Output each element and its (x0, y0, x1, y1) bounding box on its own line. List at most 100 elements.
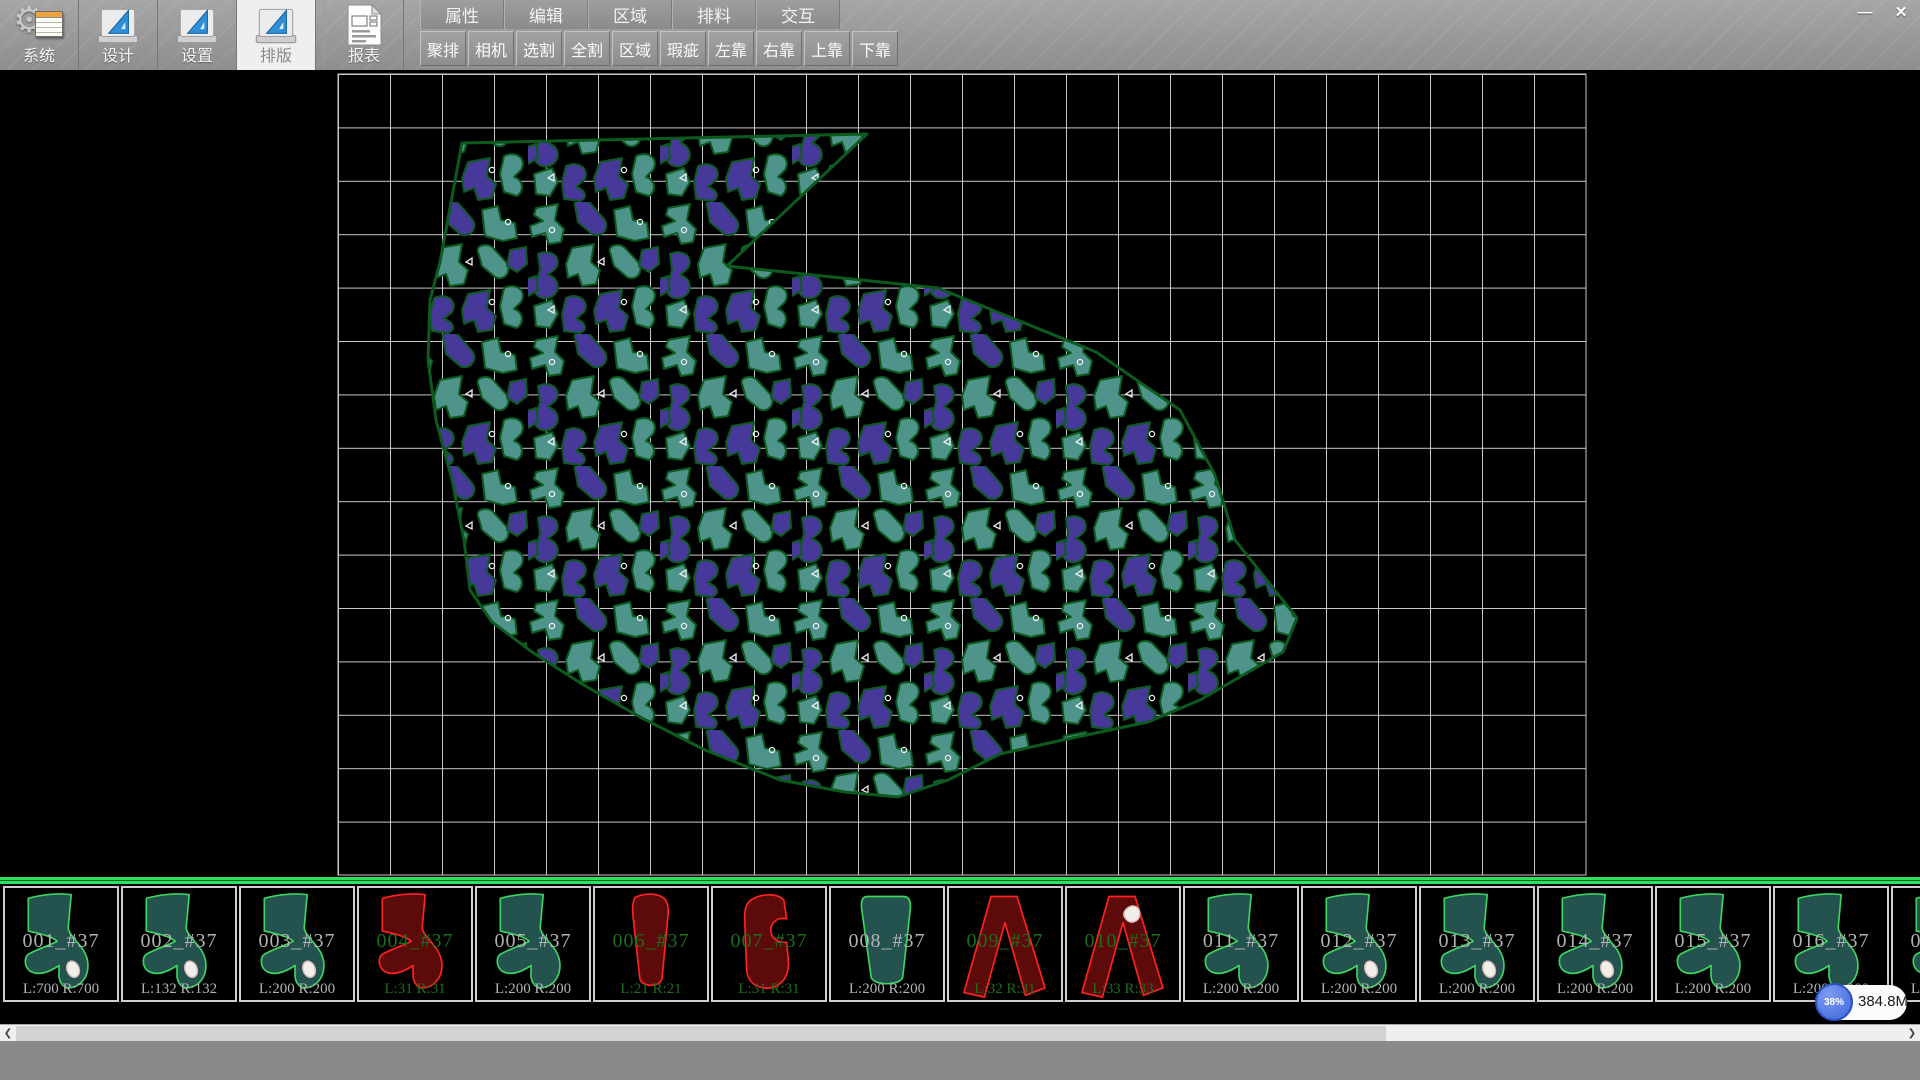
app-window: ⚙ 系统 设计 设置 (0, 0, 1920, 1080)
piece-thumbnail-cell[interactable]: 003_#37 L:200 R:200 (239, 886, 355, 1002)
piece-thumbnail-cell[interactable]: 017_#37 L:200 R:200 (1891, 886, 1920, 1002)
piece-id-label: 012_#37 (1303, 930, 1415, 953)
piece-id-label: 005_#37 (477, 930, 589, 953)
piece-thumbnail-cell[interactable]: 011_#37 L:200 R:200 (1183, 886, 1299, 1002)
piece-lr-count: L:200 R:200 (241, 981, 353, 998)
action-button[interactable]: 下靠 (852, 31, 898, 66)
piece-thumbnail-cell[interactable]: 013_#37 L:200 R:200 (1419, 886, 1535, 1002)
toolbar-button-system-gear[interactable]: ⚙ 系统 (0, 0, 79, 70)
toolbar-button-label: 设置 (181, 48, 213, 66)
piece-lr-count: L:132 R:132 (123, 981, 235, 998)
status-bar (0, 1041, 1920, 1080)
toolbar-button-label: 系统 (23, 48, 55, 66)
toolbar-button-design-ruler[interactable]: 设计 (79, 0, 158, 70)
piece-lr-count: L:200 R:200 (1539, 981, 1651, 998)
piece-thumbnail-cell[interactable]: 004_#37 L:31 R:31 (357, 886, 473, 1002)
nesting-canvas-svg (0, 70, 1920, 877)
piece-lr-count: L:200 R:200 (831, 981, 943, 998)
table-doc-icon (35, 11, 63, 37)
piece-id-label: 014_#37 (1539, 930, 1651, 953)
scrollbar-thumb[interactable] (16, 1026, 1386, 1041)
action-button[interactable]: 相机 (468, 31, 514, 66)
strip-gap (0, 1004, 1920, 1024)
piece-lr-count: L:32 R:31 (949, 981, 1061, 998)
minimize-button[interactable]: — (1852, 2, 1878, 22)
strip-separator (0, 877, 1920, 884)
piece-lr-count: L:200 R:200 (1421, 981, 1533, 998)
piece-thumbnail-cell[interactable]: 007_#37 L:31 R:31 (711, 886, 827, 1002)
memory-usage-badge: 38% 384.8M (1817, 985, 1907, 1020)
piece-thumbnail-cell[interactable]: 006_#37 L:21 R:21 (593, 886, 709, 1002)
piece-id-label: 004_#37 (359, 930, 471, 953)
piece-id-label: 009_#37 (949, 930, 1061, 953)
piece-id-label: 011_#37 (1185, 930, 1297, 953)
memory-percent-indicator: 38% (1815, 983, 1853, 1021)
piece-id-label: 003_#37 (241, 930, 353, 953)
design-ruler-icon (93, 2, 143, 48)
piece-id-label: 017_#37 (1893, 930, 1920, 953)
nesting-canvas[interactable] (0, 70, 1920, 877)
piece-thumbnail-cell[interactable]: 008_#37 L:200 R:200 (829, 886, 945, 1002)
piece-thumbnail-cell[interactable]: 014_#37 L:200 R:200 (1537, 886, 1653, 1002)
menu-tab[interactable]: 编辑 (504, 0, 588, 29)
piece-lr-count: L:31 R:31 (359, 981, 471, 998)
piece-thumbnail-cell[interactable]: 012_#37 L:200 R:200 (1301, 886, 1417, 1002)
piece-thumbnail-cell[interactable]: 001_#37 L:700 R:700 (3, 886, 119, 1002)
system-gear-icon: ⚙ (13, 2, 65, 48)
toolbar-button-settings-ruler[interactable]: 设置 (158, 0, 237, 70)
piece-thumbnail-cell[interactable]: 002_#37 L:132 R:132 (121, 886, 237, 1002)
menu-tab[interactable]: 属性 (420, 0, 504, 29)
piece-id-label: 006_#37 (595, 930, 707, 953)
menu-tab-row: 属性编辑区域排料交互 (420, 0, 900, 29)
piece-id-label: 015_#37 (1657, 930, 1769, 953)
toolbar-button-nesting-ruler[interactable]: 排版 (237, 0, 316, 70)
piece-thumbnail-strip: 001_#37 L:700 R:700 002_#37 L:132 R:132 … (0, 884, 1920, 1004)
menu-tab[interactable]: 区域 (588, 0, 672, 29)
piece-lr-count: L:700 R:700 (5, 981, 117, 998)
settings-ruler-icon (172, 2, 222, 48)
menu-tab[interactable]: 交互 (756, 0, 840, 29)
piece-thumbnail-cell[interactable]: 010_#37 L:33 R:33 (1065, 886, 1181, 1002)
action-button[interactable]: 全割 (564, 31, 610, 66)
piece-lr-count: L:31 R:31 (713, 981, 825, 998)
piece-id-label: 007_#37 (713, 930, 825, 953)
piece-thumbnail-cell[interactable]: 005_#37 L:200 R:200 (475, 886, 591, 1002)
piece-id-label: 013_#37 (1421, 930, 1533, 953)
piece-thumbnail-cell[interactable]: 009_#37 L:32 R:31 (947, 886, 1063, 1002)
piece-id-label: 016_#37 (1775, 930, 1887, 953)
piece-lr-count: L:200 R:200 (1185, 981, 1297, 998)
piece-id-label: 008_#37 (831, 930, 943, 953)
window-controls: — ✕ (1852, 2, 1914, 22)
piece-lr-count: L:200 R:200 (477, 981, 589, 998)
action-button-row: 聚排相机选割全割区域瑕疵左靠右靠上靠下靠 (420, 31, 900, 66)
toolbar-button-label: 排版 (260, 48, 292, 66)
nesting-ruler-icon (251, 2, 301, 48)
menu-tab[interactable]: 排料 (672, 0, 756, 29)
action-button[interactable]: 上靠 (804, 31, 850, 66)
action-button[interactable]: 聚排 (420, 31, 466, 66)
piece-lr-count: L:21 R:21 (595, 981, 707, 998)
piece-lr-count: L:200 R:200 (1657, 981, 1769, 998)
scroll-right-arrow-icon[interactable]: ❯ (1904, 1025, 1920, 1041)
menu-area: 属性编辑区域排料交互 聚排相机选割全割区域瑕疵左靠右靠上靠下靠 (420, 0, 900, 66)
toolbar-button-label: 设计 (102, 48, 134, 66)
action-button[interactable]: 右靠 (756, 31, 802, 66)
action-button[interactable]: 左靠 (708, 31, 754, 66)
action-button[interactable]: 选割 (516, 31, 562, 66)
close-button[interactable]: ✕ (1888, 2, 1914, 22)
report-doc-icon (341, 2, 387, 48)
action-button[interactable]: 区域 (612, 31, 658, 66)
scroll-left-arrow-icon[interactable]: ❮ (0, 1025, 16, 1041)
piece-thumbnail-cell[interactable]: 015_#37 L:200 R:200 (1655, 886, 1771, 1002)
main-toolbar: ⚙ 系统 设计 设置 (0, 0, 1920, 70)
piece-id-label: 002_#37 (123, 930, 235, 953)
piece-id-label: 010_#37 (1067, 930, 1179, 953)
action-button[interactable]: 瑕疵 (660, 31, 706, 66)
horizontal-scrollbar[interactable]: ❮ ❯ (0, 1024, 1920, 1041)
memory-amount-label: 384.8M (1858, 993, 1908, 1010)
toolbar-button-report-doc[interactable]: 报表 (324, 0, 404, 70)
piece-lr-count: L:200 R:200 (1303, 981, 1415, 998)
piece-lr-count: L:33 R:33 (1067, 981, 1179, 998)
piece-id-label: 001_#37 (5, 930, 117, 953)
main-button-group: ⚙ 系统 设计 设置 (0, 0, 404, 70)
